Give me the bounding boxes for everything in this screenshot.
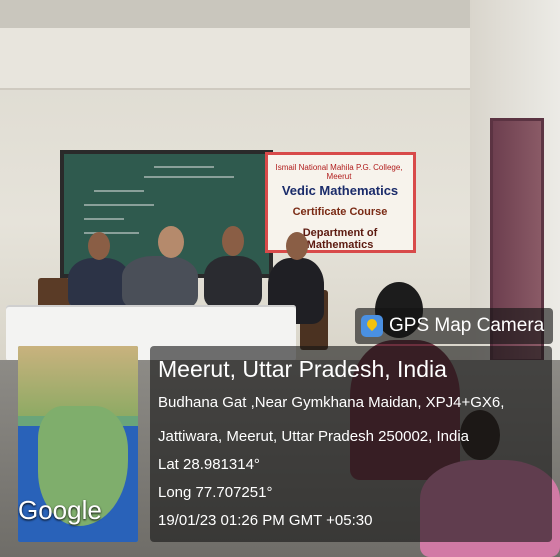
head [158, 226, 184, 258]
address-line-2: Jattiwara, Meerut, Uttar Pradesh 250002,… [158, 428, 470, 445]
latitude: Lat 28.981314° [158, 456, 260, 473]
longitude: Long 77.707251° [158, 484, 273, 501]
classroom-photo: Ismail National Mahila P.G. College, Mee… [0, 0, 560, 557]
map-pin-icon [361, 315, 383, 337]
banner-college: Ismail National Mahila P.G. College, Mee… [275, 163, 403, 181]
gps-map-camera-tag: GPS Map Camera [355, 308, 553, 344]
banner-title: Vedic Mathematics [281, 183, 399, 198]
location-info-panel: Meerut, Uttar Pradesh, India Budhana Gat… [150, 346, 552, 542]
person-2 [122, 256, 198, 308]
gps-map-camera-label: GPS Map Camera [389, 315, 545, 336]
timestamp: 19/01/23 01:26 PM GMT +05:30 [158, 512, 373, 529]
person-3 [204, 256, 262, 308]
head [88, 232, 110, 260]
location-city: Meerut, Uttar Pradesh, India [158, 356, 447, 382]
person-1 [68, 258, 130, 310]
head [286, 232, 308, 260]
wall-band [0, 28, 470, 90]
banner-subtitle: Certificate Course [292, 206, 388, 218]
address-line-1: Budhana Gat ,Near Gymkhana Maidan, XPJ4+… [158, 394, 505, 411]
google-logo: Google [18, 495, 102, 525]
head [222, 226, 244, 256]
